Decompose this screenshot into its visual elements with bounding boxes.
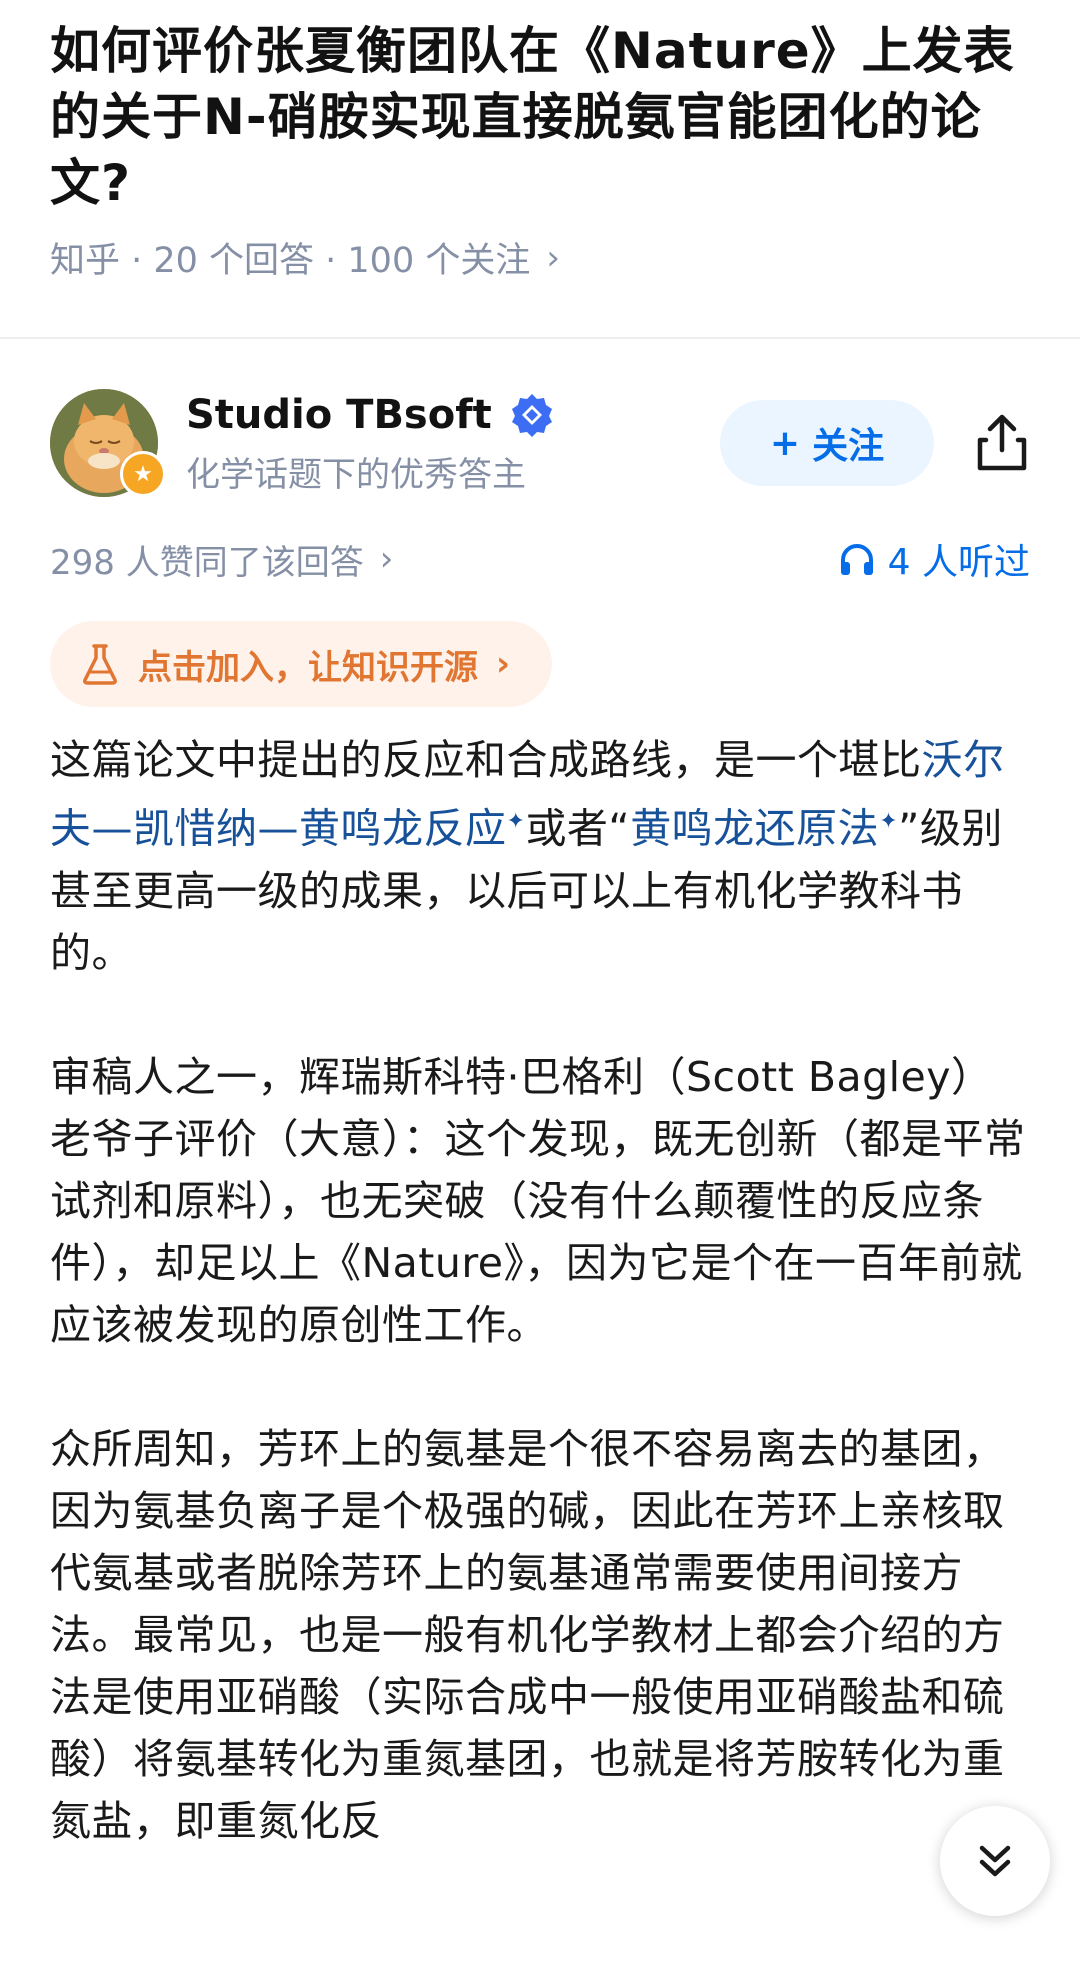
paragraph-1: 这篇论文中提出的反应和合成路线，是一个堪比沃尔夫—凯惜纳—黄鸣龙反应✦或者“黄鸣… (50, 729, 1030, 984)
listen-button[interactable]: 4 人听过 (838, 533, 1030, 585)
question-meta[interactable]: 知乎 · 20 个回答 · 100 个关注 › (50, 232, 1030, 283)
text-span: 这篇论文中提出的反应和合成路线，是一个堪比 (50, 736, 922, 784)
chevron-right-icon: › (496, 644, 511, 684)
star-badge-icon: ★ (120, 451, 166, 497)
join-open-source-button[interactable]: 点击加入，让知识开源 › (50, 621, 553, 707)
bottom-fade (0, 1940, 1080, 1970)
sparkle-icon: ✦ (879, 809, 899, 834)
answer-content: 这篇论文中提出的反应和合成路线，是一个堪比沃尔夫—凯惜纳—黄鸣龙反应✦或者“黄鸣… (0, 707, 1080, 1852)
author-subtitle: 化学话题下的优秀答主 (186, 454, 526, 495)
chevron-right-icon: › (379, 539, 394, 579)
flask-icon (83, 644, 117, 685)
paragraph-2: 审稿人之一，辉瑞斯科特·巴格利（Scott Bagley）老爷子评价（大意）：这… (50, 1052, 1026, 1349)
chevron-right-icon: › (546, 237, 560, 278)
author-name: Studio TBsoft (186, 391, 492, 438)
verified-icon (511, 393, 552, 437)
question-title[interactable]: 如何评价张夏衡团队在《Nature》上发表的关于N-硝胺实现直接脱氨官能团化的论… (50, 18, 1030, 216)
question-meta-text: 知乎 · 20 个回答 · 100 个关注 (50, 241, 531, 281)
author-name-row[interactable]: Studio TBsoft (186, 391, 720, 439)
plus-icon: + (769, 422, 801, 464)
likes-text: 298 人赞同了该回答 (50, 542, 364, 583)
headphones-icon (840, 544, 873, 575)
follow-button[interactable]: + 关注 (720, 400, 934, 486)
question-header: 如何评价张夏衡团队在《Nature》上发表的关于N-硝胺实现直接脱氨官能团化的论… (0, 0, 1080, 283)
paragraph-3: 众所周知，芳环上的氨基是个很不容易离去的基团，因为氨基负离子是个极强的碱，因此在… (50, 1424, 1005, 1845)
wiki-link-huang-minlon[interactable]: 黄鸣龙还原法 (630, 805, 879, 853)
follow-label: 关注 (812, 426, 885, 467)
share-icon[interactable] (974, 412, 1030, 474)
answer-stats: 298 人赞同了该回答 › 4 人听过 (0, 497, 1080, 585)
text-span: 或者“ (525, 804, 631, 853)
sparkle-icon: ✦ (506, 809, 526, 834)
double-chevron-down-icon (979, 1845, 1011, 1877)
author-row: ★ Studio TBsoft 化学话题下的优秀答主 + 关注 (0, 339, 1080, 497)
author-info: Studio TBsoft 化学话题下的优秀答主 (186, 391, 720, 496)
avatar[interactable]: ★ (50, 389, 166, 497)
scroll-down-button[interactable] (940, 1806, 1050, 1916)
listeners-text: 4 人听过 (887, 542, 1030, 583)
join-label: 点击加入，让知识开源 (138, 647, 478, 688)
likes-link[interactable]: 298 人赞同了该回答 › (50, 535, 393, 584)
